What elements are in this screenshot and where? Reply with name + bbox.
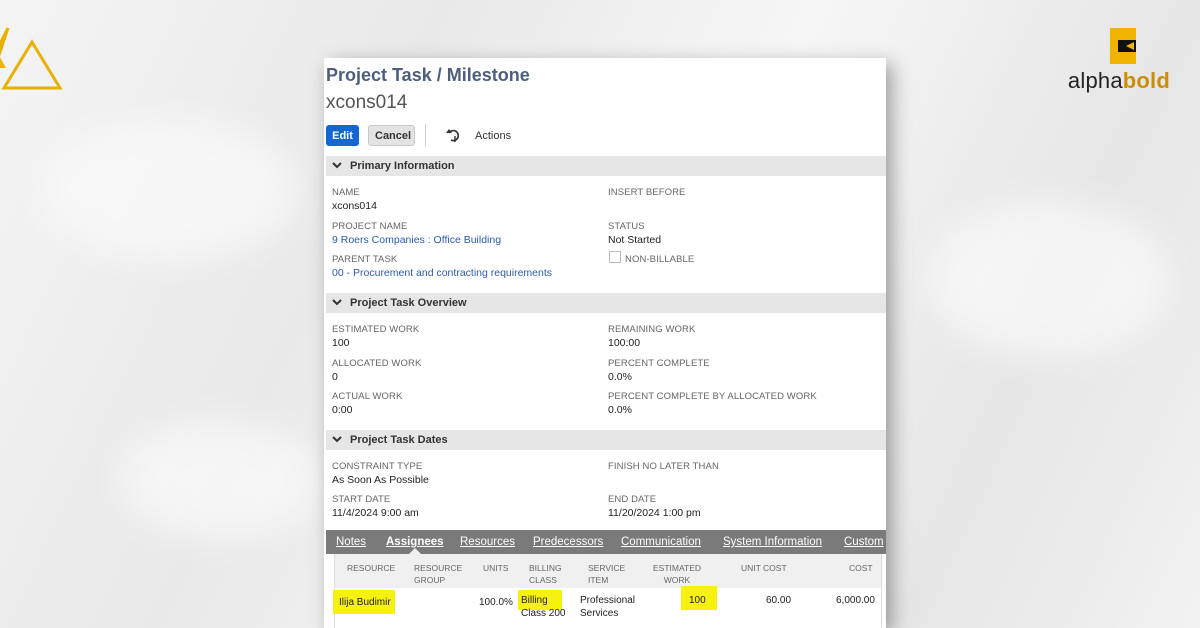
pct-complete-allocated-label: PERCENT COMPLETE BY ALLOCATED WORK	[608, 391, 817, 402]
allocated-work-value: 0	[332, 371, 338, 383]
tab-resources[interactable]: Resources	[460, 536, 515, 548]
assignees-sublist: RESOURCE RESOURCE GROUP UNITS BILLING CLAS…	[333, 554, 882, 628]
end-date-value: 11/20/2024 1:00 pm	[608, 507, 701, 519]
remaining-work-value: 100:00	[608, 337, 641, 349]
col-resource-group-line1: RESOURCE	[414, 563, 463, 573]
tab-predecessors[interactable]: Predecessors	[533, 536, 603, 548]
tab-system-information[interactable]: System Information	[723, 536, 822, 548]
actual-work-label: ACTUAL WORK	[332, 391, 403, 402]
col-units[interactable]: UNITS	[483, 562, 509, 574]
cell-service-item-line1: Professional	[580, 595, 636, 606]
actual-work-value: 0:00	[332, 404, 353, 416]
non-billable-checkbox[interactable]	[609, 251, 621, 263]
background-swirl	[120, 420, 320, 540]
section-primary-information[interactable]: Primary Information	[326, 156, 886, 176]
section-project-task-overview[interactable]: Project Task Overview	[326, 293, 886, 313]
edit-button[interactable]: Edit	[326, 125, 359, 146]
project-name-label: PROJECT NAME	[332, 221, 408, 232]
allocated-work-label: ALLOCATED WORK	[332, 358, 422, 369]
chevron-down-icon	[332, 436, 342, 443]
col-billing-class-line2: CLASS	[529, 575, 557, 585]
col-resource[interactable]: RESOURCE	[347, 562, 395, 574]
parent-task-link[interactable]: 00 - Procurement and contracting require…	[332, 267, 552, 279]
col-unit-cost[interactable]: UNIT COST	[741, 562, 787, 574]
col-cost[interactable]: COST	[849, 562, 873, 574]
col-estimated-work[interactable]: ESTIMATED WORK	[653, 562, 701, 586]
cell-resource[interactable]: Ilija Budimir	[339, 596, 391, 609]
section-project-task-dates[interactable]: Project Task Dates	[326, 430, 886, 450]
cell-unit-cost: 60.00	[766, 595, 792, 606]
col-resource-group[interactable]: RESOURCE GROUP	[414, 562, 462, 586]
insert-before-label: INSERT BEFORE	[608, 187, 686, 198]
section-title: Project Task Dates	[350, 434, 448, 446]
pct-complete-allocated-value: 0.0%	[608, 404, 632, 416]
estimated-work-label: ESTIMATED WORK	[332, 324, 420, 335]
tab-assignees[interactable]: Assignees	[386, 536, 444, 548]
cell-cost: 6,000.00	[836, 595, 875, 606]
percent-complete-label: PERCENT COMPLETE	[608, 358, 710, 369]
status-label: STATUS	[608, 221, 645, 232]
name-value: xcons014	[332, 200, 377, 212]
alphabold-mark-icon	[1110, 28, 1136, 64]
cell-billing-class-line1: Billing	[521, 595, 548, 606]
actions-icon[interactable]	[446, 128, 460, 142]
tab-custom[interactable]: Custom	[844, 536, 884, 548]
col-service-item-line2: ITEM	[588, 575, 609, 585]
background-swirl	[40, 120, 300, 260]
col-resource-group-line2: GROUP	[414, 575, 446, 585]
status-value: Not Started	[608, 234, 662, 246]
end-date-label: END DATE	[608, 494, 657, 505]
cell-estimated-work: 100	[689, 595, 706, 606]
col-estimated-work-line2: WORK	[663, 575, 691, 585]
col-estimated-work-line1: ESTIMATED	[653, 563, 702, 573]
brand-name-part1: alpha	[1067, 68, 1123, 93]
chevron-down-icon	[332, 299, 342, 306]
record-type-title: Project Task / Milestone	[326, 65, 530, 85]
constraint-type-label: CONSTRAINT TYPE	[332, 461, 423, 472]
triangle-logo-icon	[0, 27, 63, 90]
tab-communication[interactable]: Communication	[621, 536, 701, 548]
cell-service-item-line2: Services	[580, 608, 619, 619]
constraint-type-value: As Soon As Possible	[332, 474, 429, 486]
section-title: Primary Information	[350, 160, 455, 172]
estimated-work-value: 100	[332, 337, 350, 349]
project-name-link[interactable]: 9 Roers Companies : Office Building	[332, 234, 501, 246]
tab-notes[interactable]: Notes	[336, 536, 366, 548]
col-billing-class-line1: BILLING	[529, 563, 562, 573]
record-card: Project Task / Milestone xcons014 Edit C…	[324, 58, 886, 628]
finish-no-later-than-label: FINISH NO LATER THAN	[608, 461, 719, 472]
toolbar-divider	[425, 124, 426, 147]
background-swirl	[930, 200, 1170, 360]
assignees-header-row: RESOURCE RESOURCE GROUP UNITS BILLING CLAS…	[335, 554, 881, 588]
percent-complete-value: 0.0%	[608, 371, 632, 383]
alphabold-logo: alphabold	[1058, 28, 1170, 98]
section-title: Project Task Overview	[350, 297, 467, 309]
col-service-item-line1: SERVICE	[588, 563, 626, 573]
cell-units: 100.0%	[479, 597, 513, 608]
actions-menu[interactable]: Actions	[475, 130, 511, 142]
cell-billing-class-line2: Class 200	[521, 608, 566, 619]
brand-name-part2: bold	[1122, 68, 1170, 93]
chevron-down-icon	[332, 162, 342, 169]
remaining-work-label: REMAINING WORK	[608, 324, 696, 335]
start-date-label: START DATE	[332, 494, 391, 505]
col-service-item[interactable]: SERVICE ITEM	[588, 562, 625, 586]
subtab-bar: Notes Assignees Resources Predecessors C…	[326, 530, 886, 554]
cancel-button[interactable]: Cancel	[368, 125, 415, 146]
alphabold-wordmark: alphabold	[1068, 68, 1170, 94]
parent-task-label: PARENT TASK	[332, 254, 398, 265]
name-label: NAME	[332, 187, 360, 198]
non-billable-label: NON-BILLABLE	[625, 254, 695, 265]
start-date-value: 11/4/2024 9:00 am	[332, 507, 419, 519]
col-billing-class[interactable]: BILLING CLASS	[529, 562, 562, 586]
record-name: xcons014	[326, 92, 408, 113]
